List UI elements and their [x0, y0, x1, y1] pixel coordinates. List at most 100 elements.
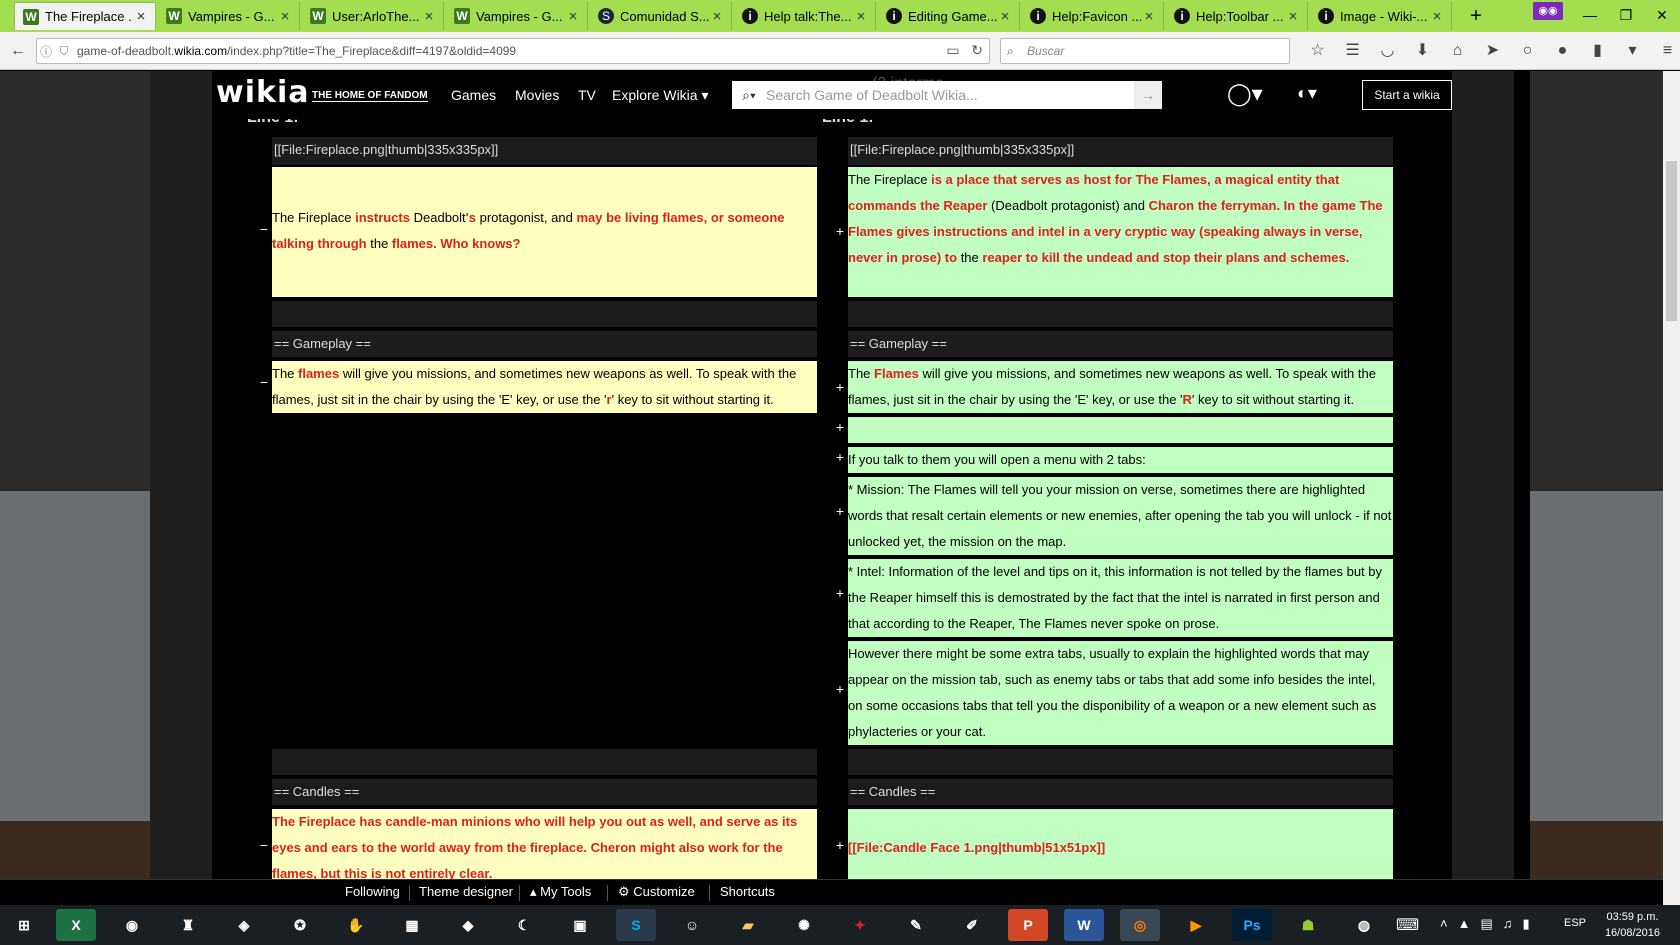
download-icon[interactable]: ⬇: [1405, 38, 1440, 64]
text: ' key to sit without starting it.: [1191, 392, 1355, 407]
diff-added-empty-line: [848, 417, 1393, 443]
browser-tab[interactable]: W Vampires - G... ×: [446, 2, 588, 30]
diff-added-line: * Mission: The Flames will tell you your…: [848, 477, 1393, 555]
app-icon[interactable]: ✐: [952, 909, 992, 941]
close-icon[interactable]: ×: [1141, 8, 1157, 25]
app-icon[interactable]: ◆: [448, 909, 488, 941]
user-avatar-icon[interactable]: ◯▾: [1227, 81, 1263, 107]
skype-icon[interactable]: S: [616, 909, 656, 941]
browser-tab[interactable]: i Help:Toolbar ... ×: [1166, 2, 1308, 30]
notifications-icon[interactable]: ◐▾: [1297, 83, 1317, 104]
app-icon[interactable]: ✪: [280, 909, 320, 941]
search-box[interactable]: ⌕ Buscar: [1000, 38, 1290, 64]
toolbar-theme-designer[interactable]: Theme designer: [419, 884, 513, 899]
clock[interactable]: 03:59 p.m. 16/08/2016: [1605, 909, 1660, 941]
dropdown-icon[interactable]: ▾: [1615, 38, 1650, 64]
app-icon[interactable]: ▣: [560, 909, 600, 941]
bookmark-star-icon[interactable]: ☆: [1300, 38, 1335, 64]
toolbar-my-tools[interactable]: ▴ My Tools: [530, 884, 591, 900]
diff-added-line: However there might be some extra tabs, …: [848, 641, 1393, 745]
diff-minus-marker: −: [259, 837, 269, 853]
browser-tab[interactable]: i Help:Favicon ... ×: [1022, 2, 1164, 30]
diff-added-line: The Fireplace is a place that serves as …: [848, 167, 1393, 297]
photoshop-icon[interactable]: Ps: [1232, 909, 1272, 941]
toolbar-customize[interactable]: ⚙ Customize: [618, 884, 695, 900]
windows-taskbar: ⊞ X ◉ ♜ ◈ ✪ ✋ ▦ ◆ ☾ ▣ S ☺ ▰ ✺ ✦ ✎ ✐ P W …: [0, 905, 1680, 945]
menu-icon[interactable]: ≡: [1650, 38, 1680, 64]
browser-tab[interactable]: W The Fireplace ... ×: [14, 2, 156, 30]
excel-icon[interactable]: X: [56, 909, 96, 941]
keyboard-icon[interactable]: ⌨: [1396, 915, 1419, 935]
app-icon[interactable]: ☗: [1288, 909, 1328, 941]
scrollbar-thumb[interactable]: [1666, 161, 1677, 321]
start-a-wikia-button[interactable]: Start a wikia: [1362, 80, 1452, 110]
close-icon[interactable]: ×: [565, 8, 581, 25]
info-circle-icon[interactable]: ⓘ: [37, 43, 55, 60]
page-scrollbar[interactable]: [1663, 71, 1680, 905]
powerpoint-icon[interactable]: P: [1008, 909, 1048, 941]
close-icon[interactable]: ×: [277, 8, 293, 25]
url-bar[interactable]: ⓘ ⛉ game-of-deadbolt.wikia.com/index.php…: [36, 38, 990, 64]
diff-context-line: == Gameplay ==: [848, 331, 1393, 357]
reader-reload-icons[interactable]: ▭ ↻: [946, 42, 983, 59]
minimize-icon[interactable]: —: [1572, 0, 1608, 30]
app-icon[interactable]: ☺: [672, 909, 712, 941]
toolbar-shortcuts[interactable]: Shortcuts: [720, 884, 775, 899]
browser-tab[interactable]: i Image - Wiki-... ×: [1310, 2, 1452, 30]
chat-icon[interactable]: ○: [1510, 38, 1545, 64]
app-icon[interactable]: ☾: [504, 909, 544, 941]
nav-movies[interactable]: Movies: [515, 87, 559, 103]
close-icon[interactable]: ×: [133, 8, 149, 25]
calculator-icon[interactable]: ▦: [392, 909, 432, 941]
nav-tv[interactable]: TV: [578, 87, 596, 103]
media-icon[interactable]: ▶: [1176, 909, 1216, 941]
pocket-icon[interactable]: ◡: [1370, 38, 1405, 64]
diff-minus-marker: −: [259, 374, 269, 390]
browser-tab[interactable]: W Vampires - G... ×: [158, 2, 300, 30]
close-icon[interactable]: ×: [709, 8, 725, 25]
home-icon[interactable]: ⌂: [1440, 38, 1475, 64]
explorer-icon[interactable]: ▰: [728, 909, 768, 941]
extension-icon[interactable]: ●: [1545, 38, 1580, 64]
send-icon[interactable]: ➤: [1475, 38, 1510, 64]
browser-tab[interactable]: i Editing Game... ×: [878, 2, 1020, 30]
system-tray-icons[interactable]: ˄▲▤♫▮: [1440, 916, 1540, 932]
app-icon[interactable]: ♜: [168, 909, 208, 941]
back-icon[interactable]: ←: [6, 39, 30, 63]
tab-title: Editing Game...: [908, 8, 997, 24]
language-indicator[interactable]: ESP: [1564, 917, 1586, 929]
word-icon[interactable]: W: [1064, 909, 1104, 941]
start-icon[interactable]: ⊞: [4, 909, 44, 941]
nav-games[interactable]: Games: [451, 87, 496, 103]
bookmarks-list-icon[interactable]: ☰: [1335, 38, 1370, 64]
chrome-icon[interactable]: ◉: [112, 909, 152, 941]
clipboard-icon[interactable]: ▮: [1580, 38, 1615, 64]
close-window-icon[interactable]: ✕: [1644, 0, 1680, 30]
close-icon[interactable]: ×: [1429, 8, 1445, 25]
close-icon[interactable]: ×: [997, 8, 1013, 25]
background-art-right: [1530, 71, 1680, 879]
app-icon[interactable]: ✺: [784, 909, 824, 941]
wiki-search-placeholder: Search Game of Deadbolt Wikia...: [766, 87, 978, 103]
maximize-icon[interactable]: ❐: [1608, 0, 1644, 30]
app-icon[interactable]: ◈: [224, 909, 264, 941]
firefox-icon[interactable]: ◎: [1120, 909, 1160, 941]
new-tab-icon[interactable]: +: [1463, 4, 1489, 28]
toolbar-following[interactable]: Following: [345, 884, 400, 899]
app-icon[interactable]: ✦: [840, 909, 880, 941]
app-icon[interactable]: ✎: [896, 909, 936, 941]
wiki-search-input[interactable]: ⌕▾ Search Game of Deadbolt Wikia... →: [732, 81, 1162, 109]
close-icon[interactable]: ×: [853, 8, 869, 25]
tab-title: Help:Toolbar ...: [1196, 8, 1284, 24]
browser-tab[interactable]: W User:ArloThe... ×: [302, 2, 444, 30]
browser-tab[interactable]: S Comunidad S... ×: [590, 2, 732, 30]
close-icon[interactable]: ×: [1285, 8, 1301, 25]
browser-tab[interactable]: i Help talk:The... ×: [734, 2, 876, 30]
steam-icon[interactable]: ◍: [1344, 909, 1384, 941]
wikia-logo[interactable]: wikia: [216, 75, 309, 110]
nav-explore-wikia[interactable]: Explore Wikia ▾: [612, 87, 709, 104]
wikia-tagline[interactable]: THE HOME OF FANDOM: [312, 90, 428, 102]
close-icon[interactable]: ×: [421, 8, 437, 25]
app-icon[interactable]: ✋: [336, 909, 376, 941]
search-submit-icon[interactable]: →: [1134, 81, 1162, 109]
